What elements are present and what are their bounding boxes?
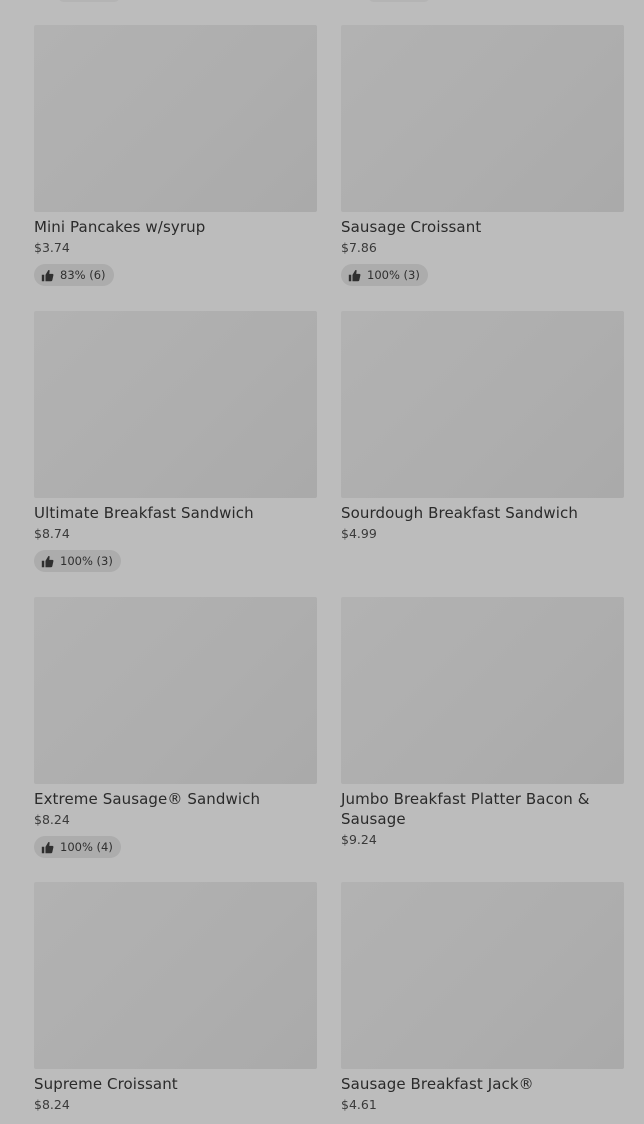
menu-item-card[interactable]: Sourdough Breakfast Sandwich $4.99 (341, 311, 624, 543)
rating-badge-partial (58, 0, 120, 2)
rating-badge-partial (368, 0, 430, 2)
menu-item-name: Mini Pancakes w/syrup (34, 218, 206, 236)
menu-item-name: Sourdough Breakfast Sandwich (341, 504, 579, 522)
menu-item-price: $4.61 (341, 1097, 377, 1112)
menu-item-name: Extreme Sausage® Sandwich (34, 790, 261, 808)
thumbs-up-icon (41, 841, 54, 854)
menu-item-name: Jumbo Breakfast Platter Bacon & Sausage (341, 790, 590, 828)
thumbs-up-icon (41, 555, 54, 568)
menu-item-price: $8.24 (34, 1097, 70, 1112)
rating-text: 100% (4) (60, 840, 113, 854)
rating-text: 100% (3) (367, 268, 420, 282)
menu-item-image[interactable] (34, 25, 317, 212)
menu-item-card[interactable]: Supreme Croissant $8.24 (34, 882, 317, 1114)
menu-item-card[interactable]: Jumbo Breakfast Platter Bacon & Sausage … (341, 597, 624, 849)
menu-item-name: Supreme Croissant (34, 1075, 178, 1093)
menu-item-card[interactable]: Extreme Sausage® Sandwich $8.24 100% (4) (34, 597, 317, 858)
menu-item-image[interactable] (341, 882, 624, 1069)
rating-badge: 100% (3) (341, 264, 428, 286)
menu-item-image[interactable] (34, 597, 317, 784)
menu-item-card[interactable]: Sausage Croissant $7.86 100% (3) (341, 25, 624, 286)
menu-item-name: Ultimate Breakfast Sandwich (34, 504, 254, 522)
menu-item-image[interactable] (341, 25, 624, 212)
menu-item-image[interactable] (341, 597, 624, 784)
thumbs-up-icon (41, 269, 54, 282)
menu-item-price: $7.86 (341, 240, 377, 255)
menu-item-price: $9.24 (341, 832, 377, 847)
menu-item-name: Sausage Breakfast Jack® (341, 1075, 534, 1093)
menu-item-card[interactable]: Sausage Breakfast Jack® $4.61 (341, 882, 624, 1114)
rating-text: 83% (6) (60, 268, 106, 282)
rating-badge: 100% (3) (34, 550, 121, 572)
rating-badge: 83% (6) (34, 264, 114, 286)
menu-item-price: $8.24 (34, 812, 70, 827)
menu-item-price: $4.99 (341, 526, 377, 541)
menu-item-card[interactable]: Ultimate Breakfast Sandwich $8.74 100% (… (34, 311, 317, 572)
rating-text: 100% (3) (60, 554, 113, 568)
menu-item-image[interactable] (34, 882, 317, 1069)
menu-item-price: $8.74 (34, 526, 70, 541)
menu-item-card[interactable]: Mini Pancakes w/syrup $3.74 83% (6) (34, 25, 317, 286)
rating-badge: 100% (4) (34, 836, 121, 858)
menu-item-name: Sausage Croissant (341, 218, 482, 236)
thumbs-up-icon (348, 269, 361, 282)
menu-item-price: $3.74 (34, 240, 70, 255)
menu-item-image[interactable] (34, 311, 317, 498)
menu-item-image[interactable] (341, 311, 624, 498)
